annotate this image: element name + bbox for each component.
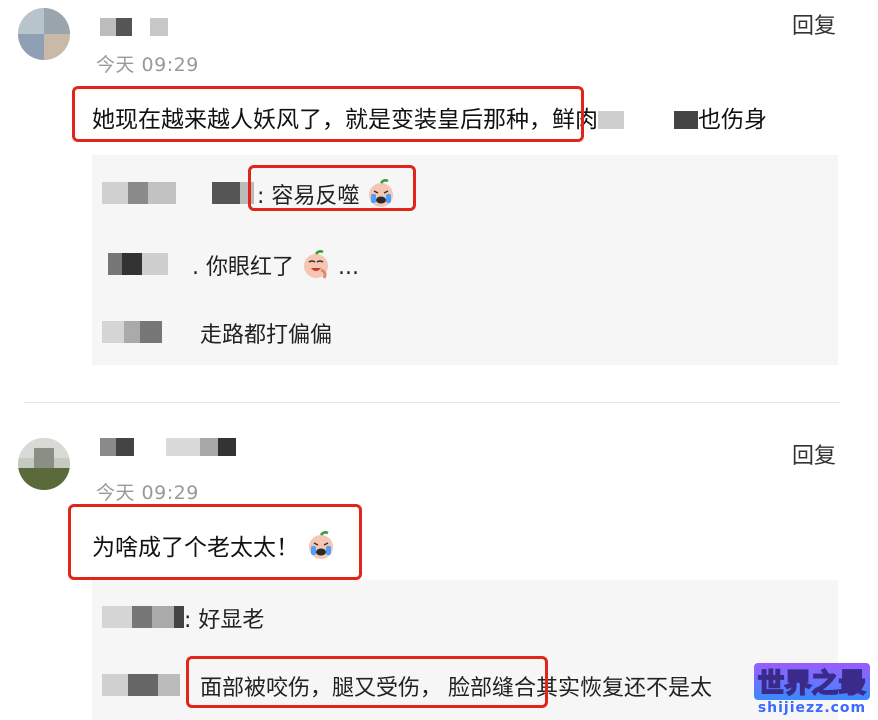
reply-text: . 你眼红了 ... [192, 249, 359, 281]
watermark-logo: 世界之最 shijiezz.com [753, 663, 870, 716]
reply-item[interactable]: . 你眼红了 ... [92, 247, 838, 281]
username-blurred[interactable] [100, 18, 170, 36]
laughing-face-icon [301, 250, 331, 280]
username-blurred[interactable] [100, 438, 240, 456]
reply-username-blurred [108, 253, 188, 275]
reply-username-blurred [102, 606, 192, 628]
comment-2: 回复 今天 09:29 为啥成了个老太太！ : 好显老 面部被咬伤，腿又受伤， … [0, 404, 878, 720]
highlight-box [72, 86, 584, 142]
avatar[interactable] [18, 8, 70, 60]
reply-text: 走路都打偏偏 [200, 323, 333, 348]
reply-item[interactable]: : 好显老 [92, 600, 838, 634]
reply-button[interactable]: 回复 [792, 438, 836, 470]
highlight-box [68, 504, 362, 580]
reply-button[interactable]: 回复 [792, 8, 836, 40]
divider [24, 402, 840, 403]
comment-time: 今天 09:29 [96, 482, 199, 504]
highlight-box [248, 165, 416, 211]
reply-thread: : 好显老 面部被咬伤，腿又受伤， 脸部缝合其实恢复还不是太 [92, 580, 838, 720]
avatar[interactable] [18, 438, 70, 490]
comment-1: 回复 今天 09:29 她现在越来越人妖风了，就是变装皇后那种，鲜肉 也伤身 : … [0, 0, 878, 400]
reply-item[interactable]: : 容易反噬 [92, 176, 838, 210]
reply-item[interactable]: 走路都打偏偏 [92, 315, 838, 349]
highlight-box [186, 656, 548, 708]
blurred-text [598, 111, 624, 129]
reply-thread: : 容易反噬 . 你眼红了 ... 走路都打偏偏 [92, 155, 838, 365]
reply-username-blurred [102, 321, 192, 343]
reply-text: : 好显老 [184, 608, 265, 633]
reply-username-blurred [102, 182, 254, 204]
comment-time: 今天 09:29 [96, 54, 199, 76]
reply-username-blurred [102, 674, 192, 696]
blurred-text [674, 111, 698, 129]
